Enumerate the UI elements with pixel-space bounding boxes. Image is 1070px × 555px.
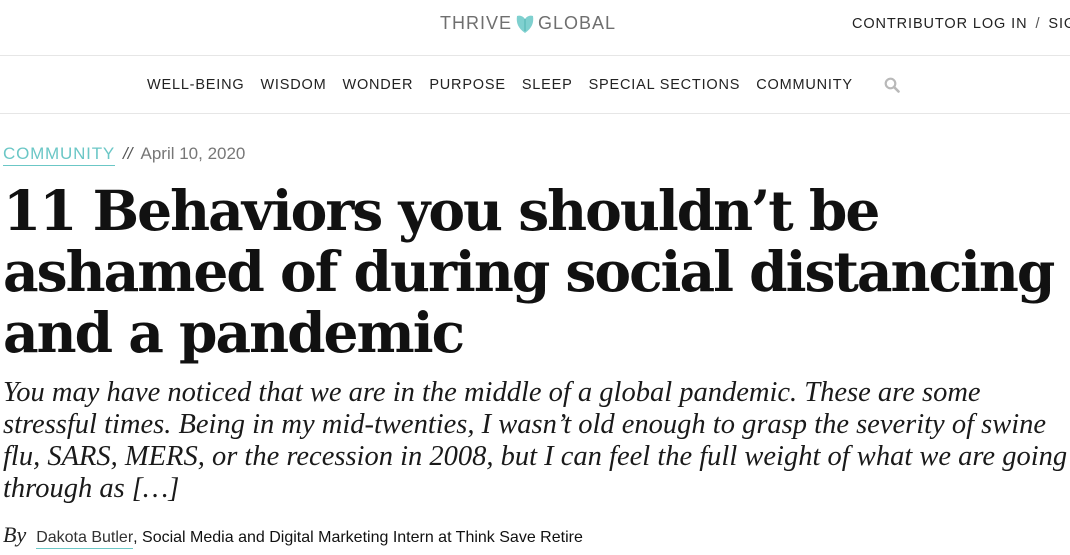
nav-item-well-being[interactable]: WELL-BEING (147, 77, 244, 93)
nav-item-purpose[interactable]: PURPOSE (429, 77, 506, 93)
logo-text-right: GLOBAL (538, 12, 617, 33)
category-link[interactable]: COMMUNITY (3, 144, 116, 166)
main-nav: WELL-BEING WISDOM WONDER PURPOSE SLEEP S… (0, 56, 1070, 114)
account-separator: / (1035, 16, 1041, 32)
logo-text-left: THRIVE (440, 12, 513, 33)
site-logo[interactable]: THRIVE GLOBAL (440, 12, 616, 34)
logo-leaf-icon (515, 12, 535, 34)
meta-separator: // (123, 144, 133, 163)
article-excerpt: You may have noticed that we are in the … (3, 377, 1068, 504)
contributor-login-link[interactable]: CONTRIBUTOR LOG IN (852, 16, 1027, 32)
search-icon[interactable] (884, 77, 900, 98)
article-meta: COMMUNITY // April 10, 2020 (3, 144, 245, 166)
nav-item-community[interactable]: COMMUNITY (756, 77, 853, 93)
byline-prefix: By (3, 522, 27, 547)
author-role: , Social Media and Digital Marketing Int… (133, 529, 583, 546)
nav-item-wisdom[interactable]: WISDOM (260, 77, 326, 93)
author-link[interactable]: Dakota Butler (36, 529, 134, 549)
byline: By Dakota Butler , Social Media and Digi… (3, 522, 583, 549)
article-title: 11 Behaviors you shouldn’t be ashamed of… (3, 178, 1055, 365)
nav-items: WELL-BEING WISDOM WONDER PURPOSE SLEEP S… (147, 56, 853, 113)
article-date: April 10, 2020 (140, 144, 246, 163)
signup-link[interactable]: SIG (1048, 16, 1070, 32)
top-header: THRIVE GLOBAL CONTRIBUTOR LOG IN / SIG (0, 0, 1070, 56)
nav-item-sleep[interactable]: SLEEP (522, 77, 573, 93)
nav-item-special-sections[interactable]: SPECIAL SECTIONS (589, 77, 741, 93)
account-links: CONTRIBUTOR LOG IN / SIG (852, 16, 1070, 32)
nav-item-wonder[interactable]: WONDER (342, 77, 413, 93)
